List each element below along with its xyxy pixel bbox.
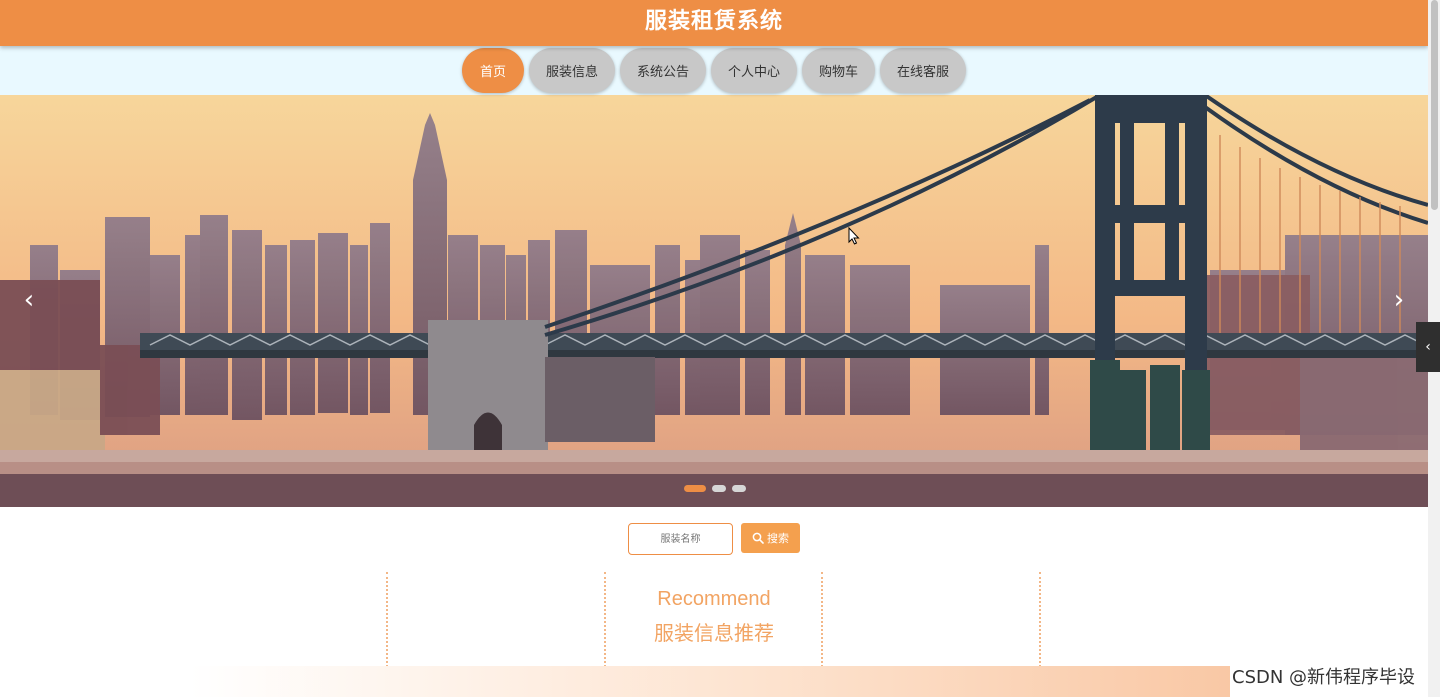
nav-item-cart[interactable]: 购物车 bbox=[802, 48, 876, 93]
section-divider bbox=[386, 572, 388, 667]
nav-item-clothing-info[interactable]: 服装信息 bbox=[528, 48, 615, 93]
recommend-title-en: Recommend bbox=[657, 588, 771, 610]
nav-list: 首页 服装信息 系统公告 个人中心 购物车 在线客服 bbox=[0, 48, 1428, 93]
recommend-title-zh: 服装信息推荐 bbox=[654, 621, 774, 645]
carousel-dot-2[interactable] bbox=[712, 485, 726, 492]
nav-item-announcements[interactable]: 系统公告 bbox=[619, 48, 706, 93]
clothing-name-input[interactable] bbox=[628, 523, 733, 555]
recommend-background-band bbox=[190, 666, 1230, 697]
nav-item-user-center[interactable]: 个人中心 bbox=[711, 48, 798, 93]
carousel-indicators bbox=[684, 485, 746, 492]
carousel-dot-3[interactable] bbox=[732, 485, 746, 492]
chevron-left-icon: ‹ bbox=[23, 285, 35, 315]
search-button[interactable]: 搜索 bbox=[741, 523, 800, 553]
carousel-dot-1[interactable] bbox=[684, 485, 706, 492]
side-panel-toggle[interactable]: ‹ bbox=[1416, 322, 1440, 372]
main-nav: 首页 服装信息 系统公告 个人中心 购物车 在线客服 bbox=[0, 46, 1428, 95]
scrollbar-thumb[interactable] bbox=[1431, 0, 1438, 210]
banner-carousel[interactable]: ‹ › bbox=[0, 95, 1428, 507]
carousel-prev-button[interactable]: ‹ bbox=[14, 285, 44, 315]
watermark: CSDN @新伟程序毕设 bbox=[1232, 667, 1416, 688]
carousel-next-button[interactable]: › bbox=[1384, 285, 1414, 315]
nav-item-online-service[interactable]: 在线客服 bbox=[880, 48, 967, 93]
search-button-label: 搜索 bbox=[767, 532, 789, 545]
mouse-cursor-icon bbox=[848, 227, 860, 245]
chevron-right-icon: › bbox=[1393, 285, 1405, 315]
site-header: 服装租赁系统 bbox=[0, 0, 1428, 46]
chevron-left-icon: ‹ bbox=[1425, 339, 1431, 355]
search-icon bbox=[752, 532, 764, 544]
nav-item-home[interactable]: 首页 bbox=[461, 48, 524, 93]
page: 服装租赁系统 首页 服装信息 系统公告 个人中心 购物车 在线客服 ‹ › 服装… bbox=[0, 0, 1428, 697]
section-divider bbox=[1039, 572, 1041, 667]
banner-image bbox=[0, 95, 1428, 507]
site-title: 服装租赁系统 bbox=[644, 9, 783, 34]
